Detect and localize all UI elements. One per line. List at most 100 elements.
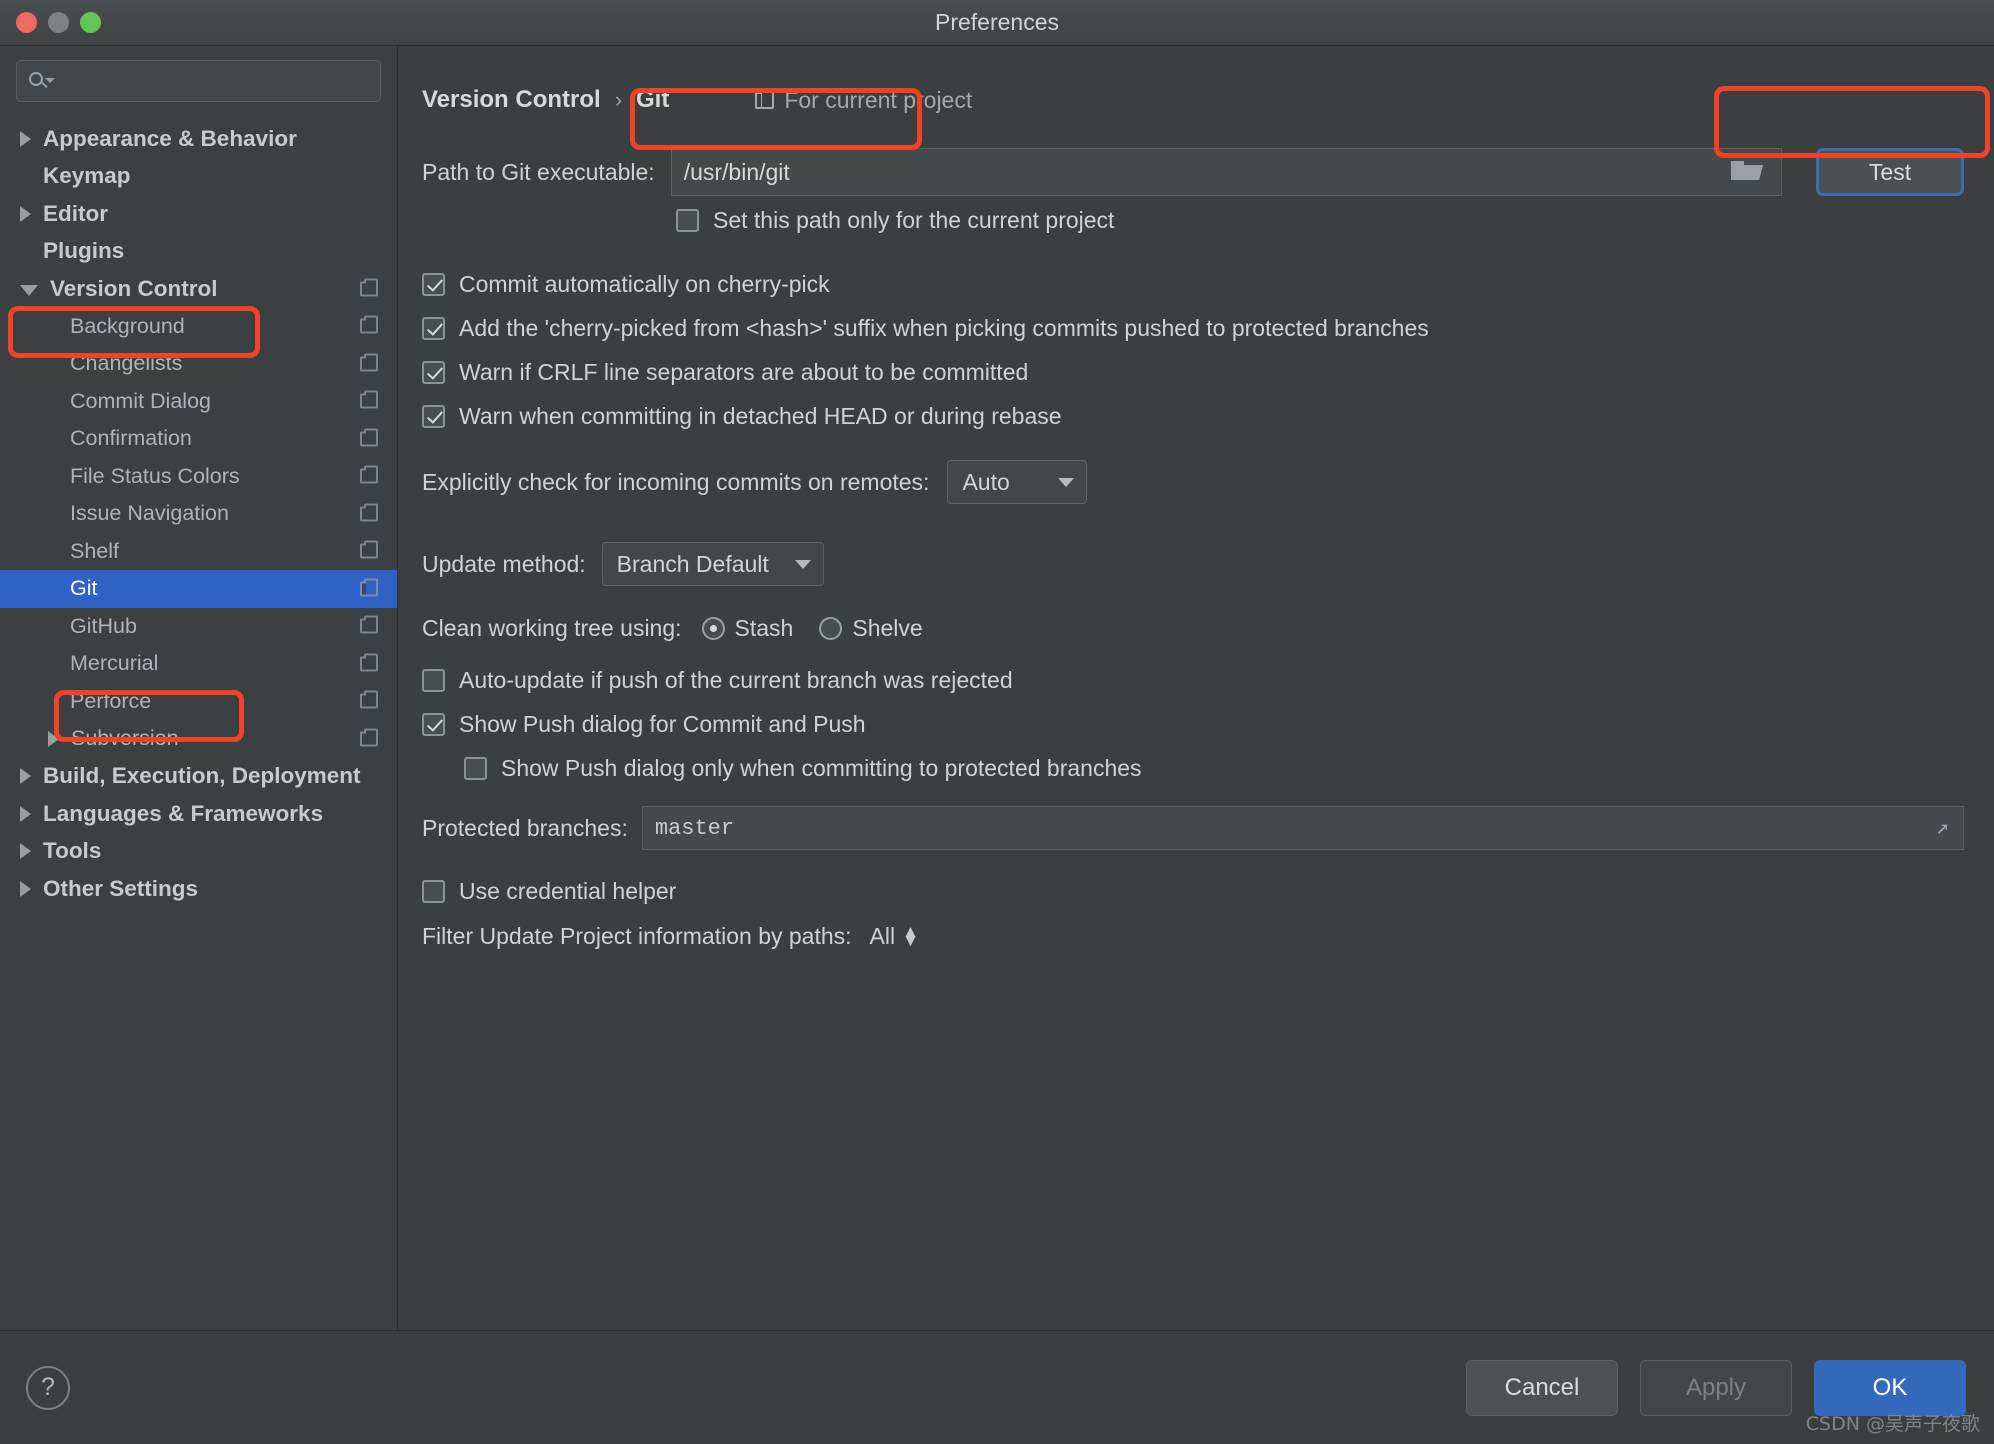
radio-stash[interactable] xyxy=(701,616,725,640)
git-option-checkbox[interactable] xyxy=(422,360,445,384)
sidebar-item-plugins[interactable]: Plugins xyxy=(0,233,397,271)
sidebar-item-label: Other Settings xyxy=(43,875,199,901)
copy-settings-icon[interactable] xyxy=(360,503,379,524)
sidebar-item-subversion[interactable]: Subversion xyxy=(0,720,397,758)
sidebar-item-perforce[interactable]: Perforce xyxy=(0,683,397,721)
sidebar-item-keymap[interactable]: Keymap xyxy=(0,158,397,196)
search-input[interactable] xyxy=(53,69,370,93)
sidebar-item-background[interactable]: Background xyxy=(0,308,397,346)
expand-icon[interactable]: ↗ xyxy=(1936,815,1949,841)
chevron-down-icon[interactable] xyxy=(20,285,38,297)
show-push-dialog-checkbox[interactable] xyxy=(422,712,445,736)
sidebar-item-build-execution-deployment[interactable]: Build, Execution, Deployment xyxy=(0,758,397,796)
breadcrumb-separator: › xyxy=(614,87,623,112)
set-path-only-checkbox[interactable] xyxy=(676,208,699,232)
git-option-row[interactable]: Warn if CRLF line separators are about t… xyxy=(418,350,1964,394)
git-option-row[interactable]: Warn when committing in detached HEAD or… xyxy=(418,394,1964,438)
git-option-label: Commit automatically on cherry-pick xyxy=(459,270,830,297)
copy-settings-icon[interactable] xyxy=(360,315,379,337)
protected-branches-field[interactable]: master ↗ xyxy=(641,806,1964,850)
search-icon xyxy=(27,71,55,91)
git-option-row[interactable]: Commit automatically on cherry-pick xyxy=(418,262,1964,306)
sidebar-item-file-status-colors[interactable]: File Status Colors xyxy=(0,458,397,496)
git-settings-panel: Version Control › Git For current projec… xyxy=(398,46,1994,1330)
sidebar-item-languages-frameworks[interactable]: Languages & Frameworks xyxy=(0,795,397,833)
settings-tree: Appearance & Behavior Keymap Editor Plugins… xyxy=(0,120,397,908)
breadcrumb-parent[interactable]: Version Control xyxy=(422,86,601,114)
copy-settings-icon[interactable] xyxy=(360,578,379,599)
use-credential-helper-row[interactable]: Use credential helper xyxy=(418,868,1964,914)
test-button[interactable]: Test xyxy=(1816,148,1964,196)
incoming-commits-row: Explicitly check for incoming commits on… xyxy=(418,460,1964,504)
auto-update-row[interactable]: Auto-update if push of the current branc… xyxy=(418,658,1964,702)
window-body: Appearance & Behavior Keymap Editor Plugins… xyxy=(0,46,1994,1330)
incoming-commits-label: Explicitly check for incoming commits on… xyxy=(422,468,930,495)
sidebar-item-shelf[interactable]: Shelf xyxy=(0,533,397,571)
copy-settings-icon[interactable] xyxy=(360,428,379,449)
chevron-right-icon[interactable] xyxy=(20,880,31,897)
incoming-commits-dropdown[interactable]: Auto xyxy=(947,460,1088,504)
git-option-checkbox[interactable] xyxy=(422,404,445,428)
clean-working-tree-option-shelve[interactable]: Shelve xyxy=(819,614,923,642)
copy-settings-icon[interactable] xyxy=(360,353,379,374)
git-executable-input[interactable] xyxy=(671,158,1731,186)
ok-button[interactable]: OK xyxy=(1814,1359,1966,1416)
copy-settings-icon[interactable] xyxy=(360,653,379,674)
set-path-only-row[interactable]: Set this path only for the current proje… xyxy=(418,202,1964,238)
cancel-button[interactable]: Cancel xyxy=(1466,1359,1618,1416)
chevron-right-icon[interactable] xyxy=(20,205,31,222)
sidebar-item-issue-navigation[interactable]: Issue Navigation xyxy=(0,495,397,533)
chevron-right-icon[interactable] xyxy=(20,130,31,147)
sidebar-item-tools[interactable]: Tools xyxy=(0,833,397,871)
auto-update-checkbox[interactable] xyxy=(422,668,445,692)
git-executable-field[interactable] xyxy=(670,148,1782,196)
apply-button[interactable]: Apply xyxy=(1640,1359,1792,1416)
chevron-right-icon[interactable] xyxy=(20,843,31,860)
search-box[interactable] xyxy=(16,60,381,102)
show-push-dialog-label: Show Push dialog for Commit and Push xyxy=(459,710,866,737)
copy-settings-icon[interactable] xyxy=(360,690,379,712)
chevron-right-icon[interactable] xyxy=(20,768,31,785)
git-option-checkbox[interactable] xyxy=(422,316,445,340)
scope-indicator[interactable]: For current project xyxy=(755,87,972,114)
update-method-dropdown[interactable]: Branch Default xyxy=(601,542,824,586)
sidebar-item-other-settings[interactable]: Other Settings xyxy=(0,870,397,908)
clean-working-tree-option-stash[interactable]: Stash xyxy=(701,615,793,642)
clean-working-tree-label: Clean working tree using: xyxy=(422,614,682,641)
chevron-right-icon[interactable] xyxy=(20,805,31,822)
use-credential-helper-checkbox[interactable] xyxy=(422,879,445,903)
copy-settings-icon[interactable] xyxy=(360,465,379,487)
copy-settings-icon[interactable] xyxy=(360,728,379,749)
copy-settings-icon[interactable] xyxy=(360,540,379,562)
help-button[interactable]: ? xyxy=(26,1365,70,1410)
show-push-dialog-protected-row[interactable]: Show Push dialog only when committing to… xyxy=(418,746,1964,790)
show-push-dialog-row[interactable]: Show Push dialog for Commit and Push xyxy=(418,702,1964,746)
sidebar-item-editor[interactable]: Editor xyxy=(0,195,397,233)
show-push-dialog-protected-checkbox[interactable] xyxy=(464,756,487,780)
git-option-row[interactable]: Add the 'cherry-picked from <hash>' suff… xyxy=(418,306,1964,350)
copy-settings-icon[interactable] xyxy=(360,390,379,412)
copy-settings-icon[interactable] xyxy=(360,278,379,299)
sidebar-item-mercurial[interactable]: Mercurial xyxy=(0,645,397,683)
sidebar-item-label: Build, Execution, Deployment xyxy=(43,763,361,789)
sidebar-item-appearance-behavior[interactable]: Appearance & Behavior xyxy=(0,120,397,158)
copy-settings-icon[interactable] xyxy=(360,615,379,637)
sidebar-item-label: Commit Dialog xyxy=(70,388,211,413)
protected-branches-value: master xyxy=(654,815,735,841)
git-option-checkbox[interactable] xyxy=(422,272,445,296)
folder-icon[interactable] xyxy=(1731,159,1765,185)
sidebar-item-git[interactable]: Git xyxy=(0,570,397,608)
sidebar-item-commit-dialog[interactable]: Commit Dialog xyxy=(0,383,397,421)
sidebar-item-github[interactable]: GitHub xyxy=(0,608,397,646)
git-options-group: Commit automatically on cherry-pick Add t… xyxy=(418,262,1964,438)
sidebar-item-confirmation[interactable]: Confirmation xyxy=(0,420,397,458)
radio-shelve[interactable] xyxy=(819,616,843,640)
window-title: Preferences xyxy=(934,9,1059,35)
sidebar-item-changelists[interactable]: Changelists xyxy=(0,345,397,383)
chevron-right-icon[interactable] xyxy=(48,730,59,747)
breadcrumb-current: Git xyxy=(636,86,670,113)
filter-update-stepper[interactable]: All ▲ ▼ xyxy=(870,922,919,950)
sidebar-item-version-control[interactable]: Version Control xyxy=(0,270,397,308)
radio-shelve-label: Shelve xyxy=(852,614,923,641)
git-option-label: Warn when committing in detached HEAD or… xyxy=(459,402,1062,429)
